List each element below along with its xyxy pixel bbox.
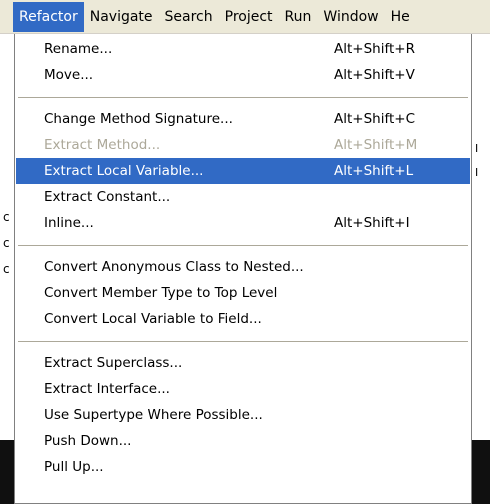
menu-item-label: Convert Member Type to Top Level [44,285,278,301]
menu-item-label: Pull Up... [44,459,104,475]
menu-item-convert-member-type-to-top-level[interactable]: Convert Member Type to Top Level [16,280,470,306]
menubar-he[interactable]: He [385,2,416,32]
menu-item-label: Change Method Signature... [44,111,233,127]
menu-item-label: Extract Constant... [44,189,171,205]
menu-item-rename[interactable]: Rename... Alt+Shift+R [16,36,470,62]
menu-item-change-method-signature[interactable]: Change Method Signature... Alt+Shift+C [16,106,470,132]
menubar-navigate[interactable]: Navigate [84,2,159,32]
editor-background-right-dark [472,440,490,504]
editor-glyph: c [3,262,10,276]
menu-item-pull-up[interactable]: Pull Up... [16,454,470,480]
refactor-menu-dropdown: Rename... Alt+Shift+R Move... Alt+Shift+V Ch… [14,34,472,504]
menu-item-shortcut: Alt+Shift+C [334,111,416,127]
menu-item-label: Extract Interface... [44,381,170,397]
menu-item-convert-anonymous-class-to-nested[interactable]: Convert Anonymous Class to Nested... [16,254,470,280]
menubar-search[interactable]: Search [159,2,219,32]
editor-glyph: I [475,142,479,155]
menu-separator [18,97,468,98]
menu-item-label: Extract Method... [44,137,161,153]
menu-item-extract-method: Extract Method... Alt+Shift+M [16,132,470,158]
editor-background-right [472,34,490,504]
menu-item-convert-local-variable-to-field[interactable]: Convert Local Variable to Field... [16,306,470,332]
editor-glyph: c [3,210,10,224]
app-window: c c c I I Refactor Navigate Search Project R… [0,0,490,504]
menu-item-label: Use Supertype Where Possible... [44,407,263,423]
menu-separator [18,341,468,342]
menu-item-label: Convert Anonymous Class to Nested... [44,259,304,275]
menu-item-extract-local-variable[interactable]: Extract Local Variable... Alt+Shift+L [16,158,470,184]
menubar-project[interactable]: Project [219,2,279,32]
menu-item-label: Rename... [44,41,113,57]
menu-item-shortcut: Alt+Shift+V [334,67,415,83]
menubar-window[interactable]: Window [317,2,384,32]
menu-item-label: Extract Local Variable... [44,163,204,179]
editor-background-left-dark [0,440,14,504]
menu-item-shortcut: Alt+Shift+M [334,137,418,153]
menu-item-label: Push Down... [44,433,132,449]
menu-item-label: Move... [44,67,94,83]
menubar-refactor[interactable]: Refactor [13,1,84,32]
menu-item-shortcut: Alt+Shift+L [334,163,414,179]
menu-item-extract-constant[interactable]: Extract Constant... [16,184,470,210]
editor-glyph: I [475,166,479,179]
menu-item-shortcut: Alt+Shift+R [334,41,415,57]
menu-item-push-down[interactable]: Push Down... [16,428,470,454]
menu-item-label: Convert Local Variable to Field... [44,311,262,327]
menu-item-extract-superclass[interactable]: Extract Superclass... [16,350,470,376]
editor-glyph: c [3,236,10,250]
menu-bar: Refactor Navigate Search Project Run Window He [0,0,490,34]
menu-item-shortcut: Alt+Shift+I [334,215,410,231]
menu-item-inline[interactable]: Inline... Alt+Shift+I [16,210,470,236]
menu-item-label: Inline... [44,215,94,231]
menu-item-extract-interface[interactable]: Extract Interface... [16,376,470,402]
menu-item-move[interactable]: Move... Alt+Shift+V [16,62,470,88]
menu-item-label: Extract Superclass... [44,355,183,371]
menubar-run[interactable]: Run [279,2,318,32]
menu-item-use-supertype-where-possible[interactable]: Use Supertype Where Possible... [16,402,470,428]
menu-separator [18,245,468,246]
